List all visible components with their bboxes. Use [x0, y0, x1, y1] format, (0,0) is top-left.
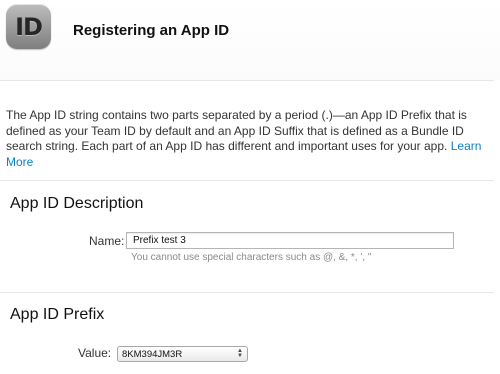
up-down-arrows-icon: ▲ ▼: [237, 348, 243, 359]
name-label: Name:: [89, 234, 125, 248]
value-label: Value:: [78, 346, 112, 360]
page-title: Registering an App ID: [73, 22, 230, 39]
page-header: ID Registering an App ID: [0, 0, 500, 80]
prefix-select[interactable]: 8KM394JM3R ▲ ▼: [117, 346, 248, 362]
app-id-icon: ID: [6, 4, 51, 49]
intro-divider: [0, 180, 494, 181]
special-characters-hint: You cannot use special characters such a…: [131, 252, 372, 263]
header-divider: [0, 80, 494, 81]
app-id-description-heading: App ID Description: [10, 195, 144, 212]
name-input[interactable]: [126, 232, 454, 249]
intro-text: The App ID string contains two parts sep…: [6, 108, 467, 153]
prefix-select-value: 8KM394JM3R: [122, 348, 183, 360]
intro-paragraph: The App ID string contains two parts sep…: [6, 108, 496, 170]
description-divider: [0, 292, 494, 293]
app-id-prefix-heading: App ID Prefix: [10, 306, 105, 323]
app-id-icon-text: ID: [15, 12, 43, 41]
